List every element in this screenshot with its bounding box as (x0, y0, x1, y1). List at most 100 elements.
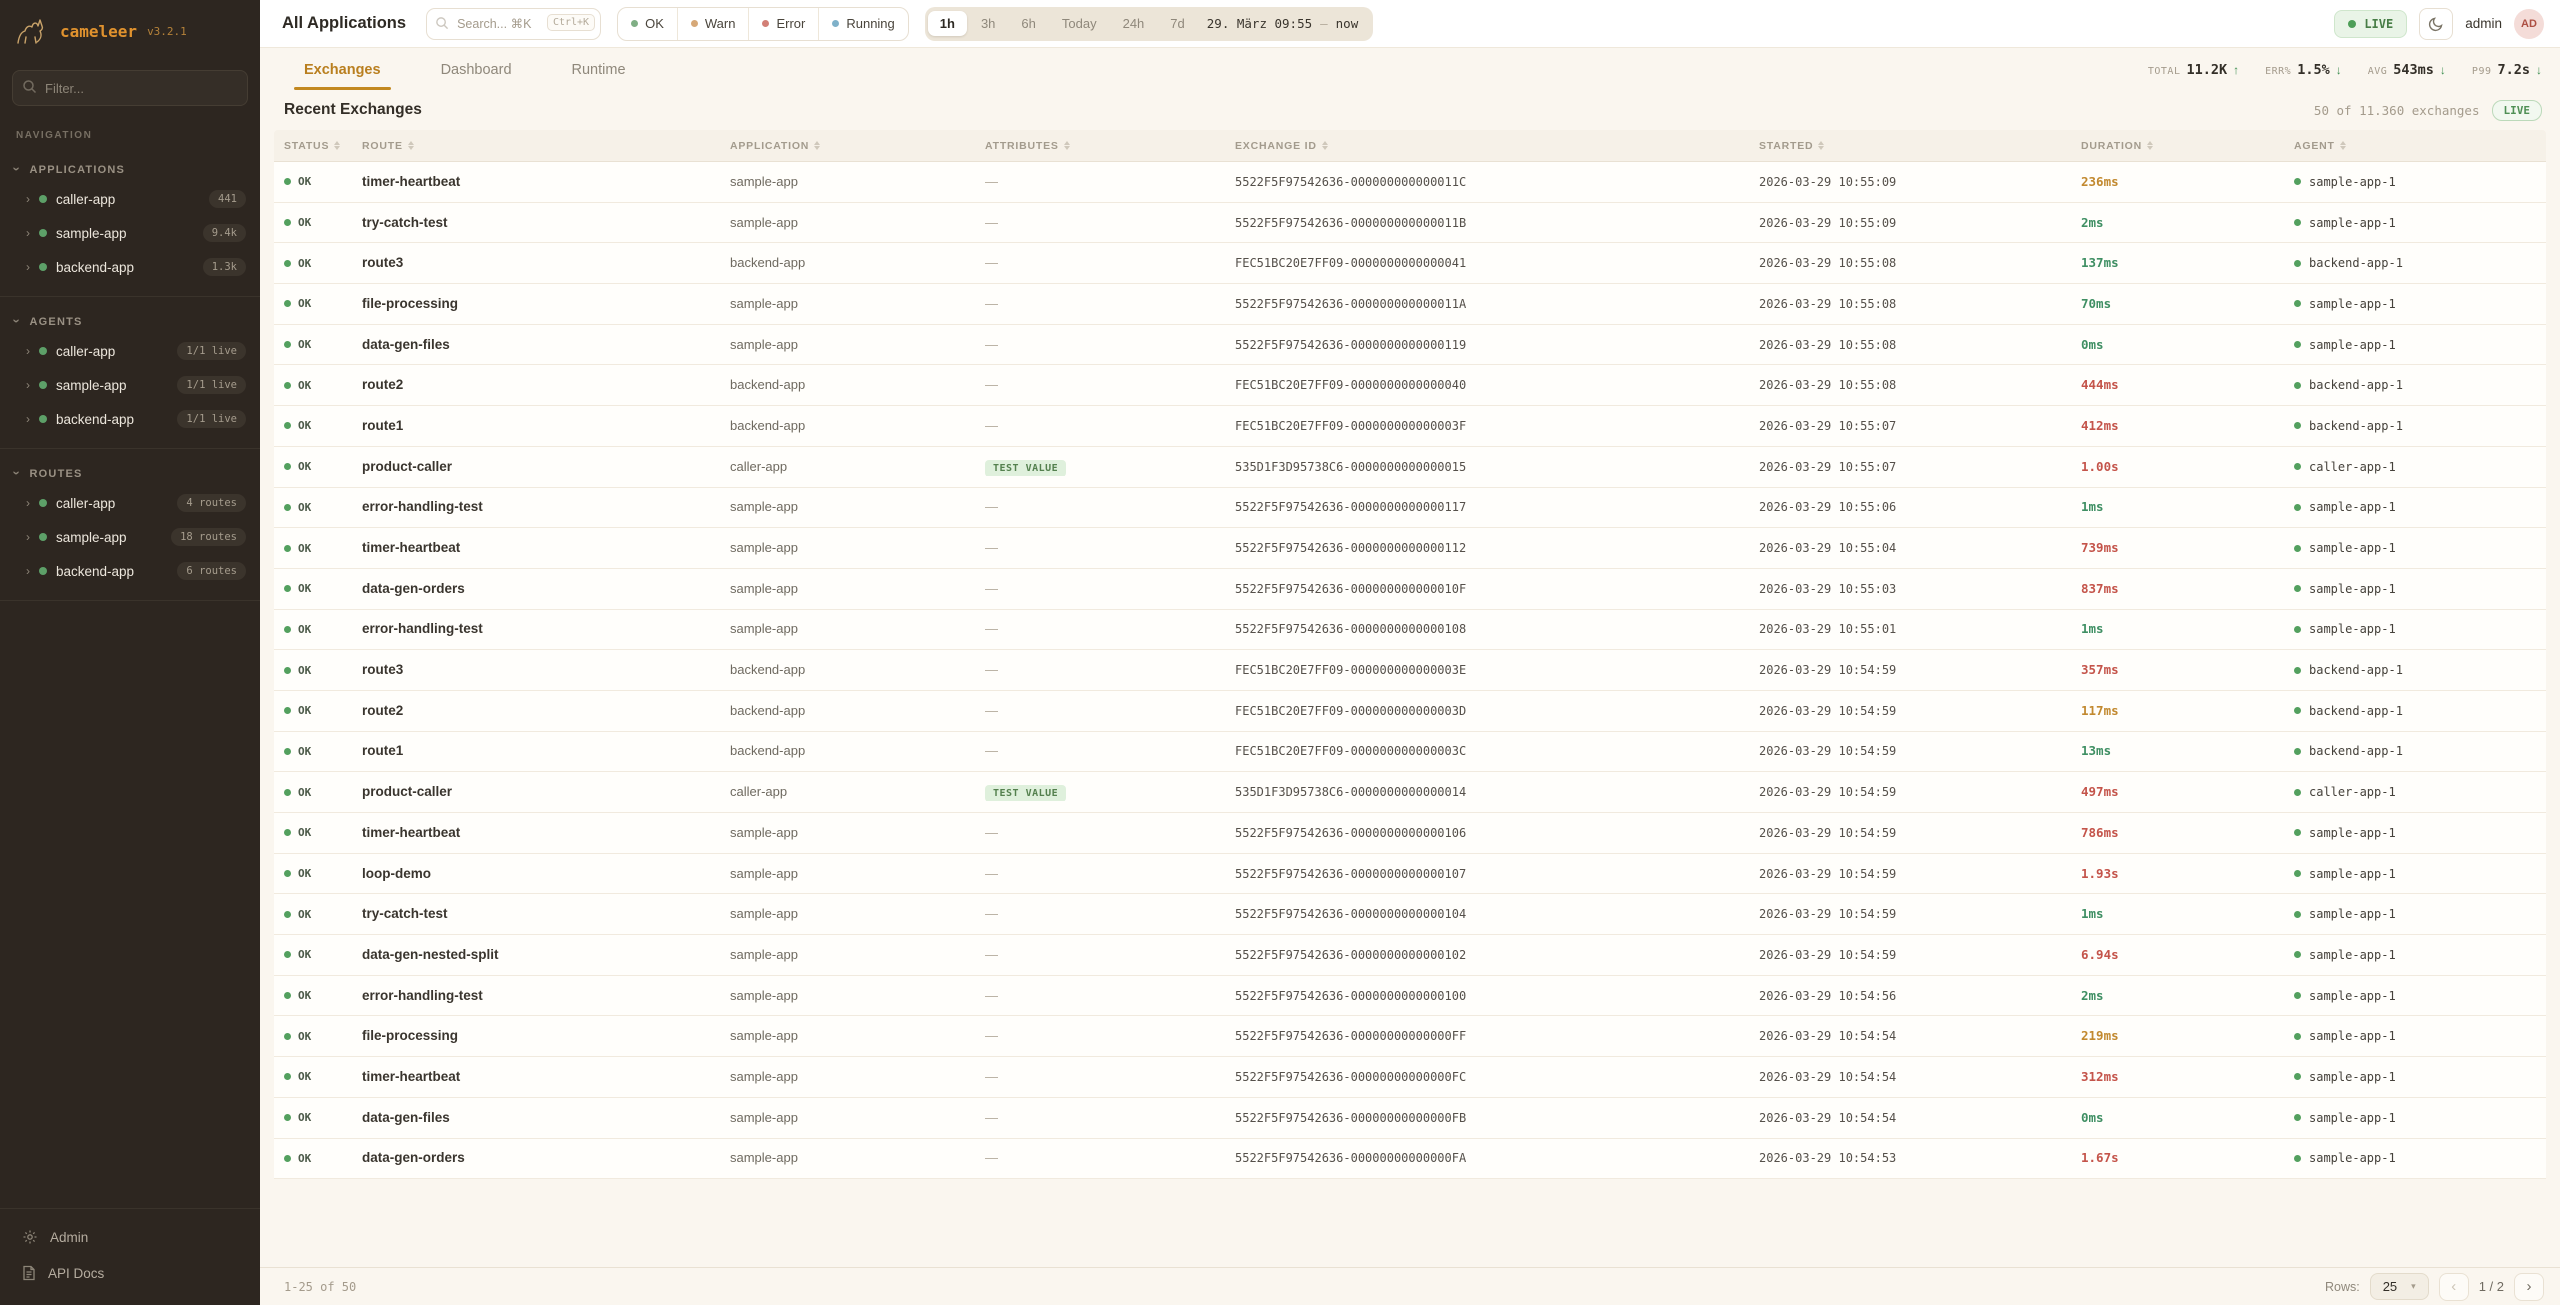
sidebar-item-api-docs[interactable]: API Docs (0, 1255, 260, 1291)
status-dot (39, 381, 47, 389)
exchange-count: 50 of 11.360 exchanges (2314, 103, 2480, 118)
agent-dot (2294, 829, 2301, 836)
table-row[interactable]: OKtimer-heartbeatsample-app—5522F5F97542… (274, 162, 2546, 203)
exchanges-table: STATUSROUTEAPPLICATIONATTRIBUTESEXCHANGE… (274, 130, 2546, 1179)
theme-toggle-button[interactable] (2419, 8, 2453, 40)
agent-cell: sample-app-1 (2284, 175, 2546, 189)
nav-sections: ›APPLICATIONS›caller-app441›sample-app9.… (0, 145, 260, 601)
nav-section-header[interactable]: ›ROUTES (0, 459, 260, 486)
tab-exchanges[interactable]: Exchanges (300, 50, 385, 90)
table-row[interactable]: OKproduct-callercaller-appTEST VALUE535D… (274, 772, 2546, 813)
attribute-empty: — (985, 1150, 998, 1165)
live-toggle-button[interactable]: LIVE (2334, 10, 2407, 38)
status-dot (284, 748, 291, 755)
column-header-attributes[interactable]: ATTRIBUTES (975, 140, 1225, 152)
table-row[interactable]: OKerror-handling-testsample-app—5522F5F9… (274, 976, 2546, 1017)
rows-per-page-select[interactable]: 25 ▾ (2370, 1273, 2429, 1300)
nav-section-header[interactable]: ›AGENTS (0, 307, 260, 334)
attribute-empty: — (985, 1110, 998, 1125)
attributes-cell: — (975, 661, 1225, 679)
column-header-exchange-id[interactable]: EXCHANGE ID (1225, 140, 1749, 152)
agent-dot (2294, 911, 2301, 918)
column-header-application[interactable]: APPLICATION (720, 140, 975, 152)
started-cell: 2026-03-29 10:55:09 (1749, 173, 2071, 191)
time-range-6h[interactable]: 6h (1009, 11, 1047, 36)
sidebar-item-admin[interactable]: Admin (0, 1219, 260, 1255)
table-row[interactable]: OKroute3backend-app—FEC51BC20E7FF09-0000… (274, 650, 2546, 691)
filter-error[interactable]: Error (749, 8, 819, 40)
attributes-cell: — (975, 1068, 1225, 1086)
table-row[interactable]: OKroute1backend-app—FEC51BC20E7FF09-0000… (274, 732, 2546, 773)
table-row[interactable]: OKloop-demosample-app—5522F5F97542636-00… (274, 854, 2546, 895)
table-row[interactable]: OKroute1backend-app—FEC51BC20E7FF09-0000… (274, 406, 2546, 447)
table-row[interactable]: OKdata-gen-filessample-app—5522F5F975426… (274, 1098, 2546, 1139)
time-range-1h[interactable]: 1h (928, 11, 967, 36)
sidebar-item-caller-app[interactable]: ›caller-app1/1 live (0, 334, 260, 368)
exchange-id: FEC51BC20E7FF09-0000000000000040 (1235, 378, 1466, 392)
exchange-id-cell: 5522F5F97542636-00000000000000FA (1225, 1149, 1749, 1167)
sidebar-filter-input[interactable] (12, 70, 248, 106)
date-range[interactable]: 29. März 09:55 — now (1199, 16, 1370, 31)
table-row[interactable]: OKdata-gen-filessample-app—5522F5F975426… (274, 325, 2546, 366)
avatar[interactable]: AD (2514, 9, 2544, 39)
duration-value: 117ms (2081, 703, 2119, 718)
column-header-duration[interactable]: DURATION (2071, 140, 2284, 152)
column-header-route[interactable]: ROUTE (352, 140, 720, 152)
table-row[interactable]: OKtimer-heartbeatsample-app—5522F5F97542… (274, 1057, 2546, 1098)
time-range-24h[interactable]: 24h (1111, 11, 1157, 36)
table-row[interactable]: OKroute2backend-app—FEC51BC20E7FF09-0000… (274, 365, 2546, 406)
table-row[interactable]: OKfile-processingsample-app—5522F5F97542… (274, 284, 2546, 325)
table-row[interactable]: OKtry-catch-testsample-app—5522F5F975426… (274, 203, 2546, 244)
filter-running[interactable]: Running (819, 8, 907, 40)
table-row[interactable]: OKroute2backend-app—FEC51BC20E7FF09-0000… (274, 691, 2546, 732)
column-header-agent[interactable]: AGENT (2284, 140, 2546, 152)
sidebar-item-caller-app[interactable]: ›caller-app441 (0, 182, 260, 216)
sidebar-item-backend-app[interactable]: ›backend-app6 routes (0, 554, 260, 588)
table-row[interactable]: OKfile-processingsample-app—5522F5F97542… (274, 1016, 2546, 1057)
application-cell: sample-app (720, 539, 975, 557)
table-row[interactable]: OKdata-gen-orderssample-app—5522F5F97542… (274, 1139, 2546, 1180)
sidebar-item-label: caller-app (56, 344, 168, 359)
duration-cell: 786ms (2071, 824, 2284, 842)
table-row[interactable]: OKtimer-heartbeatsample-app—5522F5F97542… (274, 813, 2546, 854)
time-range-today[interactable]: Today (1050, 11, 1109, 36)
date-range-from: 29. März 09:55 (1207, 16, 1312, 31)
started-cell: 2026-03-29 10:54:59 (1749, 661, 2071, 679)
status-cell: OK (274, 175, 352, 188)
sidebar-item-sample-app[interactable]: ›sample-app1/1 live (0, 368, 260, 402)
chevron-right-icon: › (26, 531, 30, 543)
table-row[interactable]: OKtry-catch-testsample-app—5522F5F975426… (274, 894, 2546, 935)
table-row[interactable]: OKerror-handling-testsample-app—5522F5F9… (274, 488, 2546, 529)
nav-section-header[interactable]: ›APPLICATIONS (0, 155, 260, 182)
table-row[interactable]: OKerror-handling-testsample-app—5522F5F9… (274, 610, 2546, 651)
logo[interactable]: cameleer v3.2.1 (0, 0, 260, 56)
duration-value: 357ms (2081, 662, 2119, 677)
exchange-id: 535D1F3D95738C6-0000000000000014 (1235, 785, 1466, 799)
table-row[interactable]: OKproduct-callercaller-appTEST VALUE535D… (274, 447, 2546, 488)
sidebar-item-sample-app[interactable]: ›sample-app9.4k (0, 216, 260, 250)
next-page-button[interactable]: › (2514, 1273, 2544, 1301)
column-header-started[interactable]: STARTED (1749, 140, 2071, 152)
time-range-7d[interactable]: 7d (1158, 11, 1196, 36)
exchange-id: 5522F5F97542636-0000000000000119 (1235, 338, 1466, 352)
prev-page-button[interactable]: ‹ (2439, 1273, 2469, 1301)
sidebar-item-caller-app[interactable]: ›caller-app4 routes (0, 486, 260, 520)
tab-dashboard[interactable]: Dashboard (437, 50, 516, 90)
tab-runtime[interactable]: Runtime (568, 50, 630, 90)
sidebar-item-label: caller-app (56, 192, 200, 207)
sidebar-item-sample-app[interactable]: ›sample-app18 routes (0, 520, 260, 554)
application-cell: sample-app (720, 824, 975, 842)
sidebar-item-backend-app[interactable]: ›backend-app1/1 live (0, 402, 260, 436)
filter-ok[interactable]: OK (618, 8, 678, 40)
column-header-status[interactable]: STATUS (274, 140, 352, 152)
time-range-3h[interactable]: 3h (969, 11, 1007, 36)
table-row[interactable]: OKroute3backend-app—FEC51BC20E7FF09-0000… (274, 243, 2546, 284)
status-label: OK (298, 1111, 311, 1124)
agent-dot (2294, 951, 2301, 958)
filter-label: OK (645, 16, 664, 31)
table-row[interactable]: OKtimer-heartbeatsample-app—5522F5F97542… (274, 528, 2546, 569)
sidebar-item-backend-app[interactable]: ›backend-app1.3k (0, 250, 260, 284)
filter-warn[interactable]: Warn (678, 8, 750, 40)
table-row[interactable]: OKdata-gen-nested-splitsample-app—5522F5… (274, 935, 2546, 976)
table-row[interactable]: OKdata-gen-orderssample-app—5522F5F97542… (274, 569, 2546, 610)
